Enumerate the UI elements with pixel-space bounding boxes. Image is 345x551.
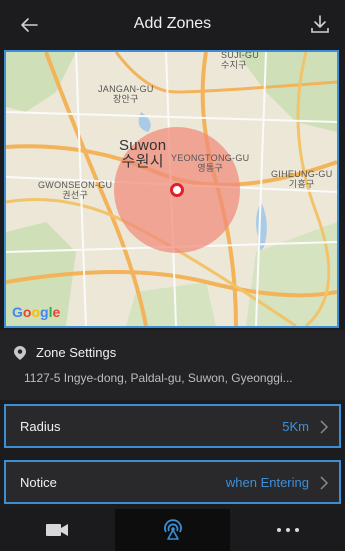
location-marker-icon[interactable] bbox=[170, 183, 184, 197]
page-title: Add Zones bbox=[133, 15, 212, 32]
lake bbox=[138, 112, 151, 132]
zone-settings-label: Zone Settings bbox=[36, 345, 117, 360]
map-label-suji: SUJI-GU 수지구 bbox=[221, 50, 260, 70]
chevron-right-icon bbox=[320, 476, 329, 490]
notice-label: Notice bbox=[20, 475, 57, 490]
nav-geofence[interactable] bbox=[115, 509, 230, 551]
map-label-giheung: GIHEUNG-GU 기흥구 bbox=[271, 169, 333, 189]
radius-label: Radius bbox=[20, 419, 61, 434]
radius-row[interactable]: Radius 5Km bbox=[4, 404, 341, 448]
more-dots-icon bbox=[276, 528, 299, 532]
download-icon[interactable] bbox=[309, 13, 331, 35]
map-label-yeongtong: YEONGTONG-GU 영통구 bbox=[171, 153, 250, 173]
map-view[interactable]: SUJI-GU 수지구 JANGAN-GU 장안구 Suwon 수원시 YEONGTO… bbox=[4, 50, 339, 328]
nav-more[interactable] bbox=[230, 509, 345, 551]
location-pin-icon bbox=[14, 346, 26, 360]
video-camera-icon bbox=[45, 524, 68, 536]
app-header: Add Zones bbox=[0, 0, 345, 50]
map-label-jangan: JANGAN-GU 장안구 bbox=[98, 84, 154, 104]
chevron-right-icon bbox=[320, 420, 329, 434]
map-label-gwonseon: GWONSEON-GU 권선구 bbox=[38, 180, 113, 200]
radius-value: 5Km bbox=[282, 419, 309, 434]
nav-video[interactable] bbox=[0, 509, 115, 551]
map-label-suwon: Suwon 수원시 bbox=[119, 137, 167, 170]
road bbox=[6, 111, 337, 123]
geofence-signal-icon bbox=[163, 519, 182, 540]
zone-settings-panel[interactable]: Zone Settings 1127-5 Ingye-dong, Paldal-… bbox=[0, 330, 345, 400]
notice-row[interactable]: Notice when Entering bbox=[4, 460, 341, 504]
lake bbox=[256, 202, 267, 251]
notice-value: when Entering bbox=[225, 475, 309, 490]
zone-address: 1127-5 Ingye-dong, Paldal-gu, Suwon, Gye… bbox=[24, 371, 293, 385]
google-logo: Google bbox=[12, 304, 61, 320]
bottom-navigation bbox=[0, 509, 345, 551]
